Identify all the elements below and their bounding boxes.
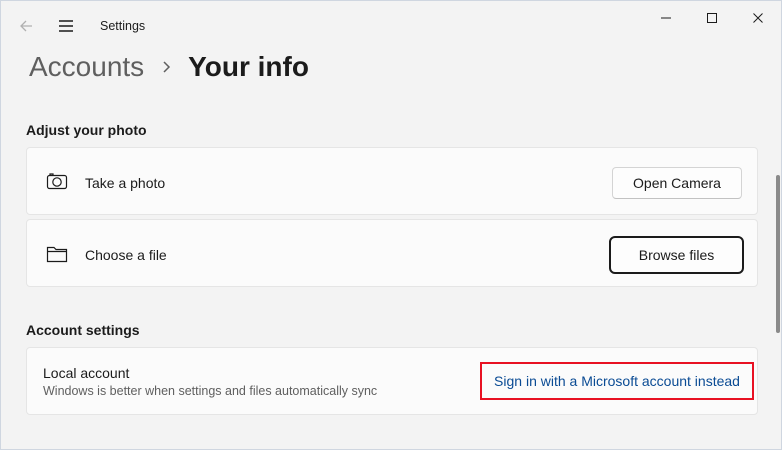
take-photo-card: Take a photo Open Camera xyxy=(26,147,758,215)
minimize-icon xyxy=(661,17,671,19)
close-button[interactable] xyxy=(735,1,781,35)
breadcrumb: Accounts Your info xyxy=(29,47,309,87)
page-title: Your info xyxy=(188,51,309,82)
maximize-icon xyxy=(707,13,717,23)
settings-window: Settings Accounts Your info Adjust your xyxy=(0,0,782,450)
open-camera-button[interactable]: Open Camera xyxy=(612,167,742,199)
local-account-card: Local account Windows is better when set… xyxy=(26,347,758,415)
navigation-menu-button[interactable] xyxy=(53,13,79,39)
choose-file-card: Choose a file Browse files xyxy=(26,219,758,287)
vertical-scrollbar[interactable] xyxy=(776,175,780,333)
close-icon xyxy=(753,13,763,23)
maximize-button[interactable] xyxy=(689,1,735,35)
section-header-account: Account settings xyxy=(26,322,140,338)
folder-icon xyxy=(45,242,69,266)
back-button[interactable] xyxy=(13,13,39,39)
chevron-right-icon xyxy=(162,60,172,74)
app-title: Settings xyxy=(100,19,146,33)
take-photo-label: Take a photo xyxy=(85,175,166,191)
section-header-photo: Adjust your photo xyxy=(26,122,147,138)
local-account-description: Windows is better when settings and file… xyxy=(43,384,378,398)
breadcrumb-accounts[interactable]: Accounts xyxy=(29,51,144,83)
browse-files-button[interactable]: Browse files xyxy=(609,236,744,274)
minimize-button[interactable] xyxy=(643,1,689,35)
hamburger-icon xyxy=(59,20,73,32)
sign-in-microsoft-account-link[interactable]: Sign in with a Microsoft account instead xyxy=(480,362,754,400)
local-account-title: Local account xyxy=(43,365,130,381)
camera-icon xyxy=(45,170,69,194)
title-bar: Settings xyxy=(1,1,781,51)
back-arrow-icon xyxy=(20,20,32,32)
choose-file-label: Choose a file xyxy=(85,247,167,263)
